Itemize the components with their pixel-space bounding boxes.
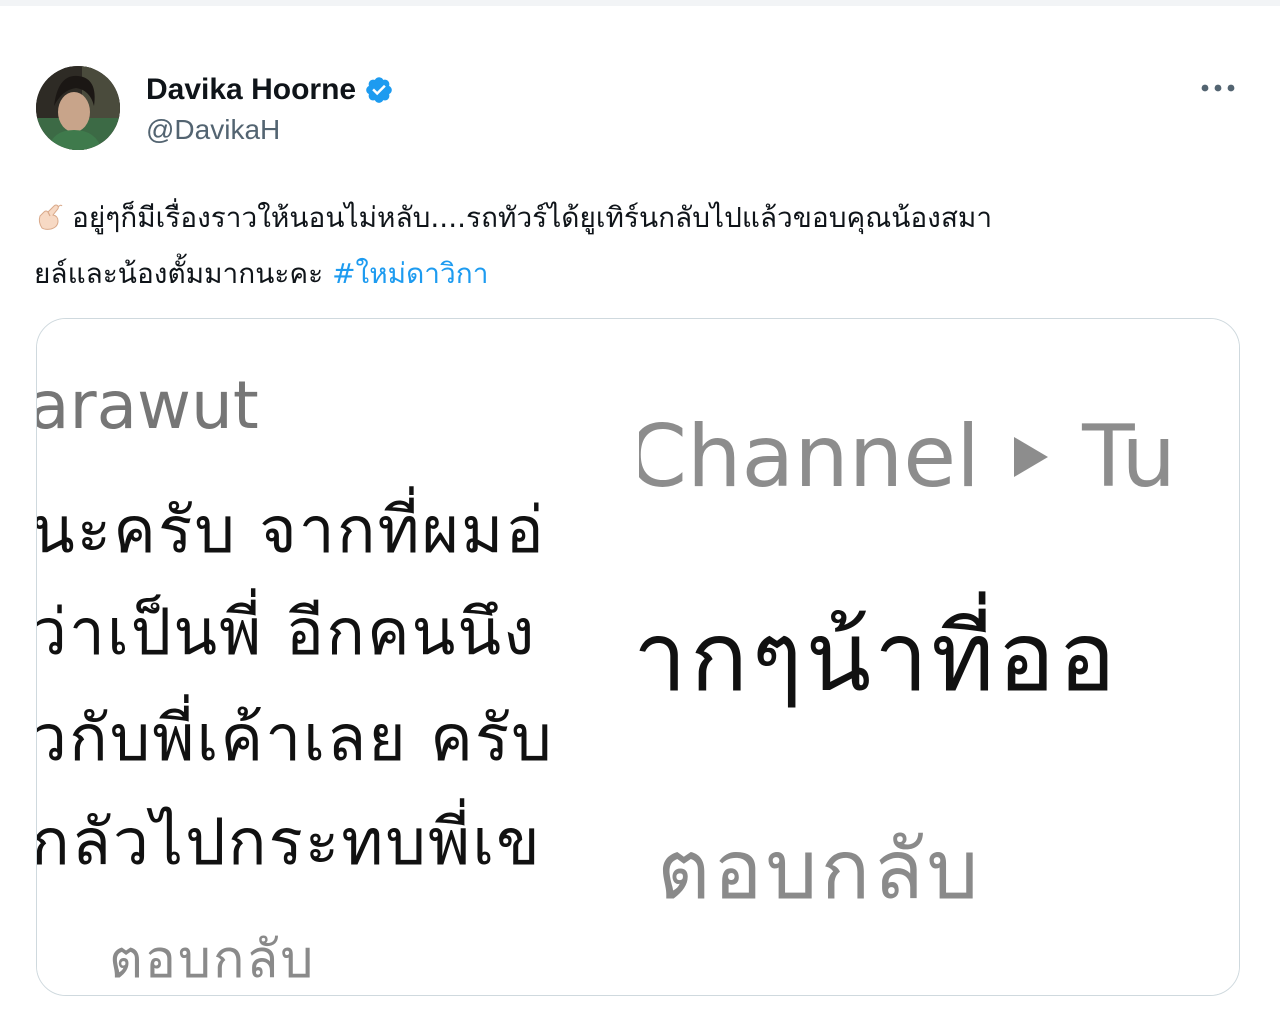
right-header-fragment: Tu [1082,407,1177,507]
author-handle[interactable]: @DavikaH [146,114,280,146]
tweet-text: อยู่ๆก็มีเรื่องราวให้นอนไม่หลับ....รถทัว… [34,190,1246,302]
verified-badge-icon [364,75,394,105]
tweet-media[interactable]: arawut นะครับ จากที่ผมอ่ ว่าเป็นพี่ อีกค… [36,318,1240,996]
left-text-line-1: นะครับ จากที่ผมอ่ [37,494,546,568]
media-image-right[interactable]: Channel Tu ากๆน้าที่ออ ตอบกลับ [639,319,1239,995]
tweet-text-body-1: อยู่ๆก็มีเรื่องราวให้นอนไม่หลับ....รถทัว… [72,201,993,234]
tweet-text-line-1: อยู่ๆก็มีเรื่องราวให้นอนไม่หลับ....รถทัว… [34,190,1246,246]
media-image-left[interactable]: arawut นะครับ จากที่ผมอ่ ว่าเป็นพี่ อีกค… [37,319,637,995]
author-display-name[interactable]: Davika Hoorne [146,73,356,107]
top-divider [0,0,1280,6]
more-options-icon [1201,84,1235,92]
left-username-fragment: arawut [37,367,259,444]
tweet-text-line-2: ยล์และน้องตั้มมากนะคะ #ใหม่ดาวิกา [34,246,1246,302]
more-options-button[interactable] [1196,70,1240,106]
right-big-text: ากๆน้าที่ออ [639,601,1119,713]
left-text-line-2: ว่าเป็นพี่ อีกคนนึง [37,596,537,670]
avatar[interactable] [36,66,120,150]
left-text-line-4: กลัวไปกระทบพี่เข [37,806,542,880]
left-reply-label: ตอบกลับ [109,930,316,990]
play-triangle-icon [1014,437,1049,477]
tweet-text-body-2: ยล์และน้องตั้มมากนะคะ [34,257,324,290]
author-name-row: Davika Hoorne [146,72,394,108]
right-header-channel: Channel [639,407,981,507]
right-reply-label: ตอบกลับ [657,823,982,918]
pinching-hand-emoji-icon [38,204,63,230]
hashtag-link[interactable]: #ใหม่ดาวิกา [332,257,488,290]
left-text-line-3: วกับพี่เค้าเลย ครับ [37,702,554,776]
right-header: Channel Tu [639,407,1176,507]
